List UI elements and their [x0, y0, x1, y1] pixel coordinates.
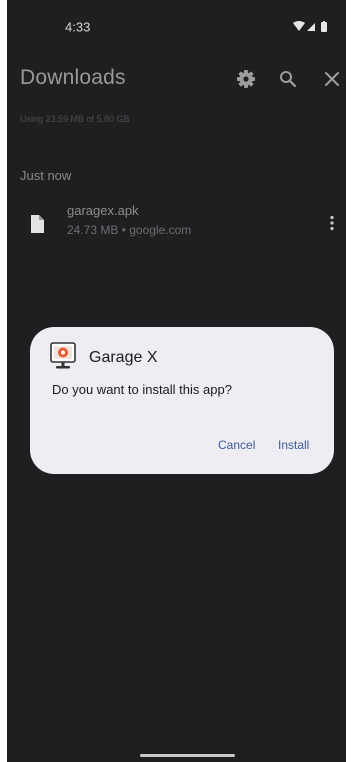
phone-screen: 4:33 Downloads Using 23.59 MB of 5.80 GB… — [7, 0, 346, 762]
install-button[interactable]: Install — [278, 438, 309, 452]
file-name: garagex.apk — [67, 203, 139, 218]
app-icon — [50, 342, 76, 369]
page-title: Downloads — [20, 66, 126, 89]
gear-icon[interactable] — [235, 68, 257, 90]
file-icon — [31, 215, 44, 233]
storage-usage: Using 23.59 MB of 5.80 GB — [20, 114, 130, 124]
cancel-button[interactable]: Cancel — [218, 438, 255, 452]
status-bar: 4:33 — [7, 0, 346, 35]
battery-icon — [321, 22, 327, 32]
more-vert-icon[interactable] — [329, 215, 335, 231]
list-item[interactable]: garagex.apk 24.73 MB • google.com — [7, 195, 346, 251]
section-header: Just now — [20, 168, 72, 183]
status-time: 4:33 — [65, 19, 91, 35]
search-icon[interactable] — [277, 68, 299, 90]
wifi-icon — [293, 21, 305, 31]
file-meta: 24.73 MB • google.com — [67, 223, 192, 237]
dialog-message: Do you want to install this app? — [52, 382, 232, 397]
signal-icon — [307, 23, 315, 31]
install-dialog: Garage X Do you want to install this app… — [30, 327, 334, 474]
status-icons — [293, 21, 327, 32]
close-icon[interactable] — [321, 68, 343, 90]
dialog-title: Garage X — [89, 349, 158, 366]
navigation-handle[interactable] — [140, 754, 235, 757]
